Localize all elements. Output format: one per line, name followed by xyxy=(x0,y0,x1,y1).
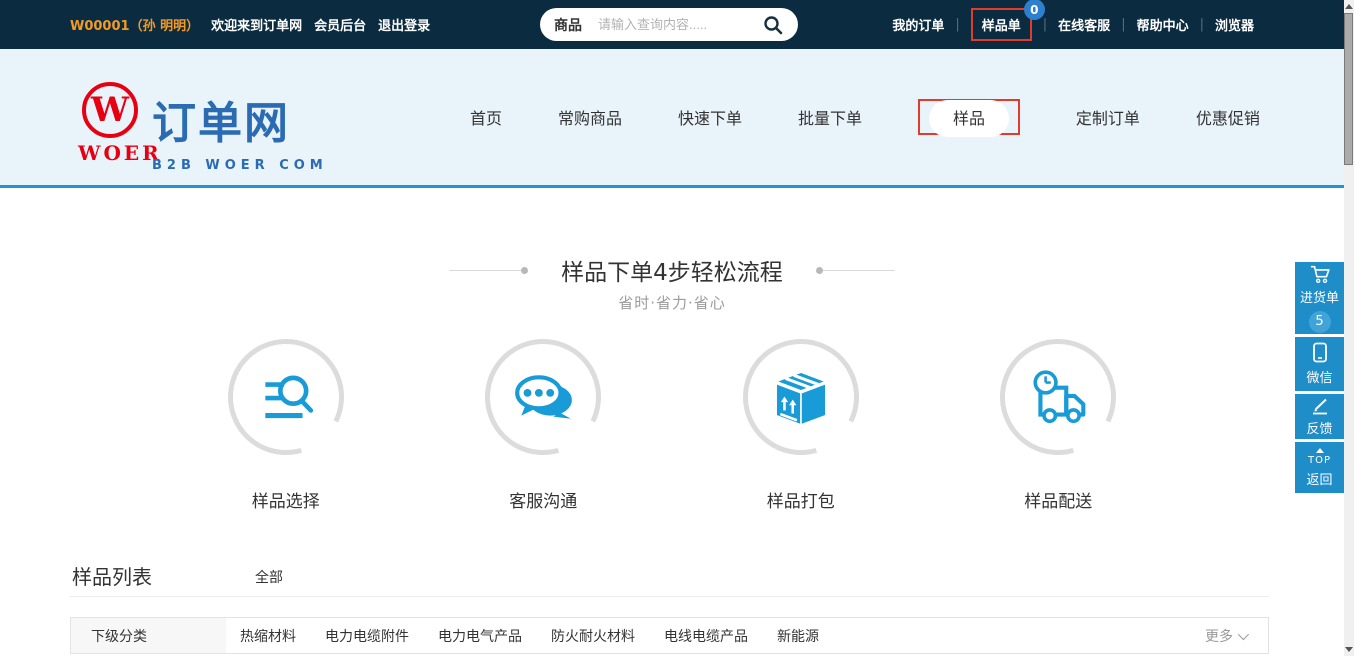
step-sample-packing: 样品打包 xyxy=(672,338,930,512)
step-label: 客服沟通 xyxy=(509,487,577,512)
step-ring xyxy=(227,338,345,456)
divider xyxy=(70,596,1269,597)
wechat-label: 微信 xyxy=(1306,367,1332,386)
nav-item-frequent-goods[interactable]: 常购商品 xyxy=(558,105,622,129)
nav-item-quick-order[interactable]: 快速下单 xyxy=(678,105,742,129)
sample-order-link[interactable]: 样品单 xyxy=(982,19,1021,34)
logout-link[interactable]: 退出登录 xyxy=(378,15,430,34)
chevron-down-icon xyxy=(1238,628,1249,639)
cart-count-badge: 5 xyxy=(1309,311,1331,333)
step-label: 样品打包 xyxy=(767,487,835,512)
nav-item-custom-order[interactable]: 定制订单 xyxy=(1076,105,1140,129)
online-service-link[interactable]: 在线客服 xyxy=(1058,15,1110,34)
more-button[interactable]: 更多 xyxy=(1205,618,1268,653)
decorative-line xyxy=(823,270,895,271)
site-name: 订单网 xyxy=(152,87,328,151)
step-sample-delivery: 样品配送 xyxy=(930,338,1188,512)
my-orders-link[interactable]: 我的订单 xyxy=(892,15,944,34)
sample-list-title: 样品列表 xyxy=(72,561,152,590)
category-new-energy[interactable]: 新能源 xyxy=(777,626,819,646)
step-customer-service: 客服沟通 xyxy=(415,338,673,512)
separator: | xyxy=(1043,17,1047,32)
category-heat-shrink[interactable]: 热缩材料 xyxy=(240,626,296,646)
logo-letter: W xyxy=(91,93,129,127)
decorative-dot xyxy=(816,267,823,274)
page: W00001（孙 明明） 欢迎来到订单网 会员后台 退出登录 商品 我的订单 |… xyxy=(0,0,1354,656)
member-center-link[interactable]: 会员后台 xyxy=(314,15,366,34)
arrow-up-icon xyxy=(1316,448,1324,453)
category-fireproof-materials[interactable]: 防火耐火材料 xyxy=(551,626,635,646)
logo-text: WOER xyxy=(78,141,142,165)
back-to-top-button[interactable]: TOP 返回 xyxy=(1295,442,1344,493)
site-slogan: B2B WOER COM xyxy=(152,158,328,173)
top-text: TOP xyxy=(1308,455,1331,466)
subcategory-items: 热缩材料 电力电缆附件 电力电气产品 防火耐火材料 电线电缆产品 新能源 xyxy=(226,618,1205,653)
search-input[interactable] xyxy=(598,17,762,32)
subcategory-row-label: 下级分类 xyxy=(71,618,226,653)
subcategory-filter-row: 下级分类 热缩材料 电力电缆附件 电力电气产品 防火耐火材料 电线电缆产品 新能… xyxy=(70,617,1269,654)
nav-item-home[interactable]: 首页 xyxy=(470,105,502,129)
topbar: W00001（孙 明明） 欢迎来到订单网 会员后台 退出登录 商品 我的订单 |… xyxy=(0,0,1344,49)
feedback-button[interactable]: 反馈 xyxy=(1295,394,1344,439)
cart-label: 进货单 xyxy=(1300,287,1339,306)
pencil-icon xyxy=(1310,397,1330,415)
feedback-label: 反馈 xyxy=(1306,418,1332,437)
process-steps: 样品选择 客服沟通 xyxy=(157,338,1187,512)
search-icon[interactable] xyxy=(762,14,784,36)
step-ring xyxy=(999,338,1117,456)
sample-order-count-badge: 0 xyxy=(1024,0,1045,20)
mobile-phone-icon xyxy=(1311,342,1329,364)
side-toolbar: 进货单 5 微信 反馈 TOP 返回 xyxy=(1295,262,1344,493)
welcome-text: 欢迎来到订单网 xyxy=(211,15,302,34)
more-label: 更多 xyxy=(1205,626,1233,646)
category-electric-products[interactable]: 电力电气产品 xyxy=(438,626,522,646)
package-icon xyxy=(770,366,832,428)
step-sample-selection: 样品选择 xyxy=(157,338,415,512)
nav-item-promotions[interactable]: 优惠促销 xyxy=(1196,105,1260,129)
process-title-row: 样品下单4步轻松流程 xyxy=(0,253,1344,287)
separator: | xyxy=(1200,17,1204,32)
annotation-box-sample-order: 样品单 0 xyxy=(971,8,1032,41)
category-power-cable-accessories[interactable]: 电力电缆附件 xyxy=(325,626,409,646)
user-id: W00001（孙 明明） xyxy=(70,15,199,34)
delivery-truck-icon xyxy=(1027,366,1089,428)
search-bar: 商品 xyxy=(540,8,798,41)
site-name-block: 订单网 B2B WOER COM xyxy=(152,87,328,173)
process-subtitle: 省时·省力·省心 xyxy=(0,292,1344,313)
category-wire-cable-products[interactable]: 电线电缆产品 xyxy=(664,626,748,646)
decorative-line xyxy=(449,270,521,271)
process-title: 样品下单4步轻松流程 xyxy=(561,253,783,287)
separator: | xyxy=(955,17,959,32)
wechat-button[interactable]: 微信 xyxy=(1295,337,1344,391)
logo-circle-icon: W xyxy=(82,82,138,138)
topbar-right: 我的订单 | 样品单 0 | 在线客服 | 帮助中心 | 浏览器 xyxy=(892,0,1254,49)
decorative-dot xyxy=(521,267,528,274)
annotation-box-nav-sample: 样品 xyxy=(918,99,1020,135)
step-ring xyxy=(742,338,860,456)
topbar-left: W00001（孙 明明） 欢迎来到订单网 会员后台 退出登录 xyxy=(70,0,430,49)
scroll-down-arrow-icon[interactable] xyxy=(1345,647,1353,652)
vertical-scrollbar[interactable] xyxy=(1344,0,1354,656)
scrollbar-thumb[interactable] xyxy=(1344,13,1353,165)
purchase-cart-button[interactable]: 进货单 5 xyxy=(1295,262,1344,334)
search-list-icon xyxy=(255,366,317,428)
chat-icon xyxy=(512,366,574,428)
scroll-up-arrow-icon[interactable] xyxy=(1345,4,1353,9)
step-ring xyxy=(484,338,602,456)
main-nav: 首页 常购商品 快速下单 批量下单 样品 定制订单 优惠促销 xyxy=(470,49,1260,185)
cart-icon xyxy=(1309,264,1331,284)
back-label: 返回 xyxy=(1306,469,1332,488)
step-label: 样品选择 xyxy=(252,487,320,512)
search-category-selector[interactable]: 商品 xyxy=(554,15,582,35)
help-center-link[interactable]: 帮助中心 xyxy=(1137,15,1189,34)
separator: | xyxy=(1121,17,1125,32)
filter-all[interactable]: 全部 xyxy=(255,567,283,587)
step-label: 样品配送 xyxy=(1024,487,1092,512)
woer-logo[interactable]: W WOER xyxy=(78,82,142,165)
site-header: W WOER 订单网 B2B WOER COM 首页 常购商品 快速下单 批量下… xyxy=(0,49,1344,188)
nav-item-sample[interactable]: 样品 xyxy=(929,100,1009,137)
nav-item-bulk-order[interactable]: 批量下单 xyxy=(798,105,862,129)
browser-link[interactable]: 浏览器 xyxy=(1215,15,1254,34)
